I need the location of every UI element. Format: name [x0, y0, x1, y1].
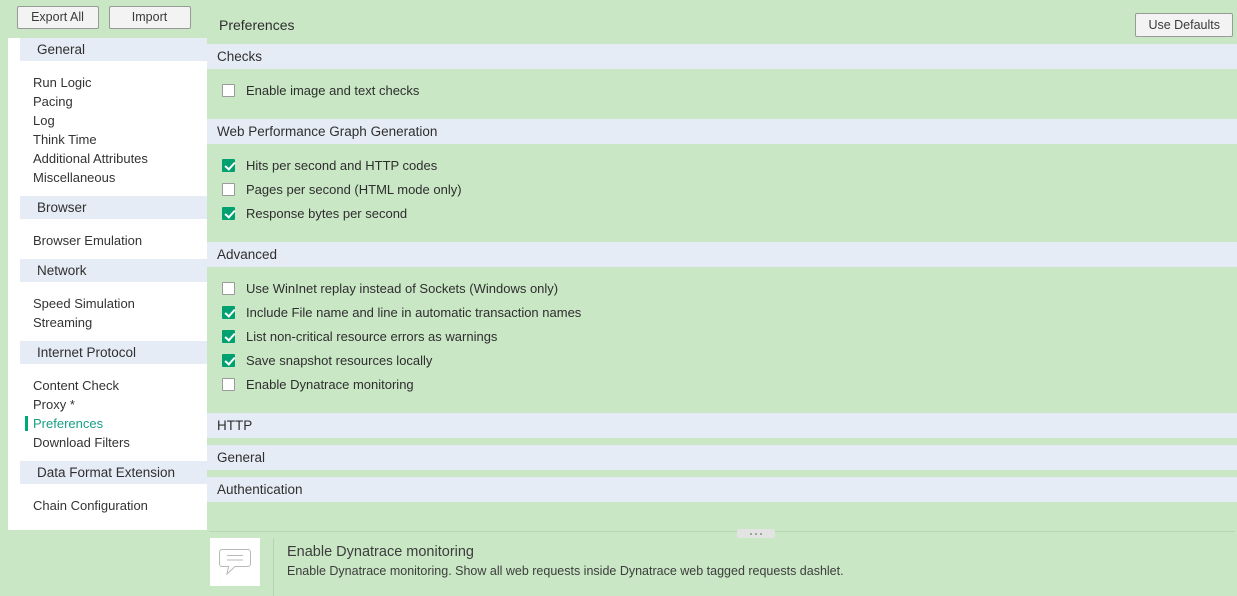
nav-group-header-network: Network: [20, 259, 207, 282]
nav-group-header-internet-protocol: Internet Protocol: [20, 341, 207, 364]
nav-items-spacer: [8, 364, 207, 376]
splitter-grip-handle[interactable]: [737, 529, 775, 538]
option-row-hits-per-second-and-http-codes[interactable]: Hits per second and HTTP codes: [207, 153, 1229, 177]
sidebar-item-chain-configuration[interactable]: Chain Configuration: [8, 496, 207, 515]
sidebar-item-preferences[interactable]: Preferences: [8, 414, 207, 433]
option-label-pages-per-second-html-mode-only: Pages per second (HTML mode only): [246, 181, 462, 197]
sidebar-item-additional-attributes[interactable]: Additional Attributes: [8, 149, 207, 168]
section-gap: [207, 470, 1237, 477]
settings-list[interactable]: Checks Enable image and text checks Web Pe…: [207, 44, 1237, 528]
description-title: Enable Dynatrace monitoring: [287, 544, 474, 560]
section-body-checks: Enable image and text checks: [207, 69, 1229, 112]
sidebar-item-pacing[interactable]: Pacing: [8, 92, 207, 111]
description-divider: [273, 538, 274, 596]
grip-dot-2: [755, 532, 757, 535]
checkbox-enable-image-and-text-checks[interactable]: [222, 83, 235, 97]
option-row-include-file-name-and-line-in-automatic-transaction-names[interactable]: Include File name and line in automatic …: [207, 300, 1229, 324]
nav-group-header-browser: Browser: [20, 196, 207, 219]
sidebar-item-speed-simulation[interactable]: Speed Simulation: [8, 294, 207, 313]
sidebar-item-content-check[interactable]: Content Check: [8, 376, 207, 395]
description-panel: Enable Dynatrace monitoring Enable Dynat…: [207, 538, 1237, 596]
checkbox-response-bytes-per-second[interactable]: [222, 206, 235, 220]
sidebar-item-miscellaneous[interactable]: Miscellaneous: [8, 168, 207, 187]
option-label-include-file-name-and-line-in-automatic-transaction-names: Include File name and line in automatic …: [246, 304, 582, 320]
section-gap: [207, 438, 1237, 445]
page-title: Preferences: [219, 17, 295, 33]
section-http: HTTP: [207, 413, 1237, 438]
sidebar-item-think-time[interactable]: Think Time: [8, 130, 207, 149]
section-advanced: Advanced Use WinInet replay instead of So…: [207, 242, 1237, 406]
section-authentication: Authentication: [207, 477, 1237, 502]
option-label-list-non-critical-resource-errors-as-warnings: List non-critical resource errors as war…: [246, 328, 498, 344]
preferences-window: Export All Import General Run Logic Pacing…: [0, 0, 1237, 596]
sidebar-item-streaming[interactable]: Streaming: [8, 313, 207, 332]
nav-group-spacer: [8, 452, 207, 461]
main-header: Preferences Use Defaults: [207, 0, 1237, 44]
option-label-save-snapshot-resources-locally: Save snapshot resources locally: [246, 352, 433, 368]
grip-dot-1: [750, 532, 752, 535]
section-gap: [207, 235, 1237, 242]
section-header-web-performance-graph-generation[interactable]: Web Performance Graph Generation: [207, 119, 1237, 144]
option-label-response-bytes-per-second: Response bytes per second: [246, 205, 408, 221]
import-button[interactable]: Import: [108, 6, 191, 29]
sidebar-nav-panel: General Run Logic Pacing Log Think Time Addit…: [8, 38, 207, 530]
option-row-response-bytes-per-second[interactable]: Response bytes per second: [207, 201, 1229, 225]
option-label-enable-dynatrace-monitoring: Enable Dynatrace monitoring: [246, 376, 414, 392]
main-content: Preferences Use Defaults Checks Enable im…: [207, 0, 1237, 596]
sidebar-item-run-logic[interactable]: Run Logic: [8, 73, 207, 92]
section-header-http[interactable]: HTTP: [207, 413, 1237, 438]
splitter-line: [209, 531, 1235, 532]
nav-items-spacer: [8, 61, 207, 73]
option-row-pages-per-second-html-mode-only[interactable]: Pages per second (HTML mode only): [207, 177, 1229, 201]
nav-group-spacer: [8, 250, 207, 259]
section-header-authentication[interactable]: Authentication: [207, 477, 1237, 502]
sidebar-item-log[interactable]: Log: [8, 111, 207, 130]
checkbox-list-non-critical-resource-errors-as-warnings[interactable]: [222, 329, 235, 343]
sidebar-item-browser-emulation[interactable]: Browser Emulation: [8, 231, 207, 250]
nav-items-spacer: [8, 484, 207, 496]
nav-group-header-general: General: [20, 38, 207, 61]
checkbox-pages-per-second-html-mode-only[interactable]: [222, 182, 235, 196]
export-all-button[interactable]: Export All: [16, 6, 99, 29]
section-checks: Checks Enable image and text checks: [207, 44, 1237, 112]
option-label-enable-image-and-text-checks: Enable image and text checks: [246, 82, 420, 98]
section-header-advanced[interactable]: Advanced: [207, 242, 1237, 267]
sidebar: Export All Import General Run Logic Pacing…: [0, 0, 207, 596]
section-header-general[interactable]: General: [207, 445, 1237, 470]
section-body-advanced: Use WinInet replay instead of Sockets (W…: [207, 267, 1229, 406]
section-web-performance-graph-generation: Web Performance Graph Generation Hits per…: [207, 119, 1237, 235]
section-general: General: [207, 445, 1237, 470]
description-body: Enable Dynatrace monitoring. Show all we…: [287, 564, 844, 578]
option-row-enable-image-and-text-checks[interactable]: Enable image and text checks: [207, 78, 1229, 102]
description-text: Enable Dynatrace monitoring Enable Dynat…: [287, 538, 844, 578]
checkbox-include-file-name-and-line-in-automatic-transaction-names[interactable]: [222, 305, 235, 319]
option-label-hits-per-second-and-http-codes: Hits per second and HTTP codes: [246, 157, 438, 173]
section-body-web-performance-graph-generation: Hits per second and HTTP codes Pages per …: [207, 144, 1229, 235]
option-label-use-wininet-replay-instead-of-sockets-windows-only: Use WinInet replay instead of Sockets (W…: [246, 280, 559, 296]
section-gap: [207, 112, 1237, 119]
checkbox-enable-dynatrace-monitoring[interactable]: [222, 377, 235, 391]
nav-group-spacer: [8, 332, 207, 341]
sidebar-item-proxy[interactable]: Proxy *: [8, 395, 207, 414]
nav-items-spacer: [8, 219, 207, 231]
nav-group-spacer: [8, 187, 207, 196]
sidebar-toolbar: Export All Import: [0, 0, 207, 35]
section-gap: [207, 406, 1237, 413]
panel-splitter[interactable]: [207, 529, 1237, 538]
sidebar-item-download-filters[interactable]: Download Filters: [8, 433, 207, 452]
tooltip-bubble-icon: [210, 538, 260, 586]
option-row-enable-dynatrace-monitoring[interactable]: Enable Dynatrace monitoring: [207, 372, 1229, 396]
nav-items-spacer: [8, 282, 207, 294]
section-header-checks[interactable]: Checks: [207, 44, 1237, 69]
use-defaults-button[interactable]: Use Defaults: [1135, 13, 1233, 37]
nav-group-header-data-format-extension: Data Format Extension: [20, 461, 207, 484]
option-row-use-wininet-replay-instead-of-sockets-windows-only[interactable]: Use WinInet replay instead of Sockets (W…: [207, 276, 1229, 300]
option-row-list-non-critical-resource-errors-as-warnings[interactable]: List non-critical resource errors as war…: [207, 324, 1229, 348]
checkbox-hits-per-second-and-http-codes[interactable]: [222, 158, 235, 172]
grip-dot-3: [760, 532, 762, 535]
checkbox-use-wininet-replay-instead-of-sockets-windows-only[interactable]: [222, 281, 235, 295]
checkbox-save-snapshot-resources-locally[interactable]: [222, 353, 235, 367]
option-row-save-snapshot-resources-locally[interactable]: Save snapshot resources locally: [207, 348, 1229, 372]
